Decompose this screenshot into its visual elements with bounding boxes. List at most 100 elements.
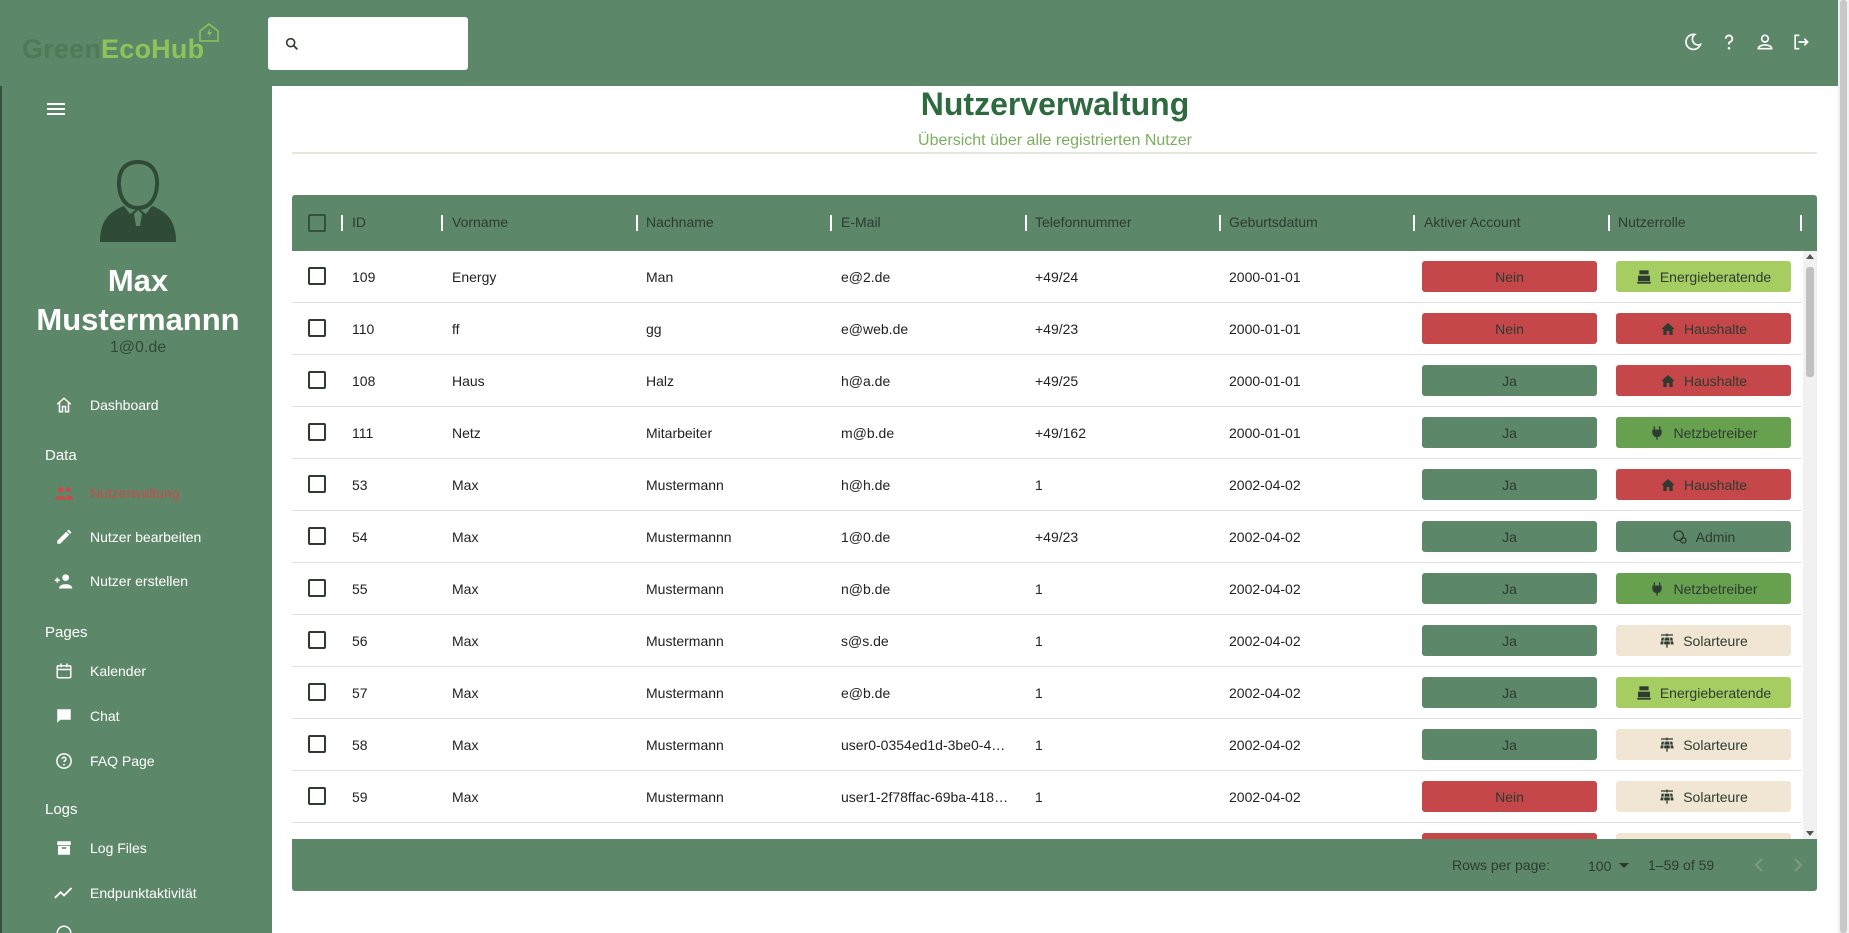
cell-id: 53 (352, 477, 368, 493)
table-row[interactable]: 111 Netz Mitarbeiter m@b.de +49/162 2000… (292, 407, 1802, 459)
rows-per-page-select[interactable]: 100 (1588, 855, 1630, 877)
sidebar-item-log-files[interactable]: Log Files (52, 836, 147, 860)
sidebar-item-faq[interactable]: FAQ Page (52, 749, 155, 773)
column-header-nachname[interactable]: Nachname (646, 214, 714, 230)
next-page-icon[interactable] (1793, 858, 1803, 872)
column-header-nutzerrolle[interactable]: Nutzerrolle (1618, 214, 1686, 230)
edit-icon (52, 525, 76, 549)
admin-gear-icon (1672, 529, 1688, 545)
sidebar-item-label: Nutzerwaltung (90, 485, 180, 501)
table-row[interactable]: 110 ff gg e@web.de +49/23 2000-01-01 Nei… (292, 303, 1802, 355)
select-all-checkbox[interactable] (308, 214, 326, 232)
column-separator[interactable] (1219, 215, 1221, 231)
row-checkbox[interactable] (308, 631, 326, 649)
sidebar-item-chat[interactable]: Chat (52, 704, 120, 728)
sidebar-item-endpunkt[interactable]: Endpunktaktivität (52, 881, 197, 905)
role-label: Haushalte (1683, 372, 1748, 389)
row-checkbox[interactable] (308, 527, 326, 545)
table-row[interactable]: 56 Max Mustermann s@s.de 1 2002-04-02 Ja… (292, 615, 1802, 667)
role-label: Haushalte (1683, 476, 1748, 493)
table-row[interactable]: 53 Max Mustermann h@h.de 1 2002-04-02 Ja… (292, 459, 1802, 511)
row-checkbox[interactable] (308, 735, 326, 753)
logo-text-eco: Eco (101, 34, 152, 64)
cell-telefon: 1 (1035, 737, 1043, 753)
row-checkbox[interactable] (308, 371, 326, 389)
column-header-id[interactable]: ID (352, 214, 366, 230)
plug-icon (1649, 425, 1665, 441)
status-badge: Ja (1422, 365, 1597, 396)
sidebar-item-nutzer-bearbeiten[interactable]: Nutzer bearbeiten (52, 525, 201, 549)
grid-scrollbar-thumb[interactable] (1806, 267, 1814, 377)
cell-telefon: +49/23 (1035, 321, 1079, 337)
table-row[interactable]: 59 Max Mustermann user1-2f78ffac-69ba-41… (292, 771, 1802, 823)
cell-telefon: +49/162 (1035, 425, 1086, 441)
column-header-telefonnummer[interactable]: Telefonnummer (1035, 214, 1132, 230)
column-separator[interactable] (1025, 215, 1027, 231)
row-checkbox[interactable] (308, 579, 326, 597)
cell-telefon: 1 (1035, 581, 1043, 597)
person-icon[interactable] (1755, 32, 1775, 57)
help-icon[interactable] (1719, 32, 1739, 57)
row-checkbox[interactable] (308, 787, 326, 805)
status-badge: Ja (1422, 729, 1597, 760)
sidebar-item-nutzer-erstellen[interactable]: Nutzer erstellen (52, 569, 188, 593)
column-separator[interactable] (636, 215, 638, 231)
column-separator[interactable] (1413, 215, 1415, 231)
status-badge: Ja (1422, 677, 1597, 708)
table-row[interactable]: 55 Max Mustermann n@b.de 1 2002-04-02 Ja… (292, 563, 1802, 615)
prev-page-icon[interactable] (1754, 858, 1764, 872)
role-label: Solarteure (1683, 736, 1748, 753)
sidebar-item-kalender[interactable]: Kalender (52, 659, 146, 683)
logout-icon[interactable] (1791, 32, 1811, 57)
sidebar-item-nutzerwaltung[interactable]: Nutzerwaltung (52, 481, 180, 505)
avatar (100, 159, 176, 242)
row-checkbox[interactable] (308, 475, 326, 493)
cell-vorname: Energy (452, 269, 497, 285)
column-header-email[interactable]: E-Mail (841, 214, 881, 230)
scroll-down-arrow-icon[interactable] (1806, 831, 1814, 837)
status-badge: Nein (1422, 261, 1597, 292)
page-scrollbar-thumb[interactable] (1840, 0, 1847, 933)
search-box[interactable] (268, 17, 468, 70)
table-row-partial[interactable] (292, 823, 1802, 839)
menu-icon[interactable] (47, 102, 65, 121)
moon-icon[interactable] (1683, 32, 1703, 57)
table-row[interactable]: 108 Haus Halz h@a.de +49/25 2000-01-01 J… (292, 355, 1802, 407)
row-checkbox[interactable] (308, 423, 326, 441)
cell-email: e@2.de (841, 269, 891, 285)
app-logo[interactable]: GreenEcoHub (22, 34, 204, 65)
cell-nachname: Man (646, 269, 674, 285)
row-checkbox[interactable] (308, 683, 326, 701)
cell-nachname: Mustermann (646, 477, 724, 493)
role-label: Energieberatende (1659, 684, 1772, 701)
plug-icon (1649, 581, 1665, 597)
row-checkbox[interactable] (308, 267, 326, 285)
column-separator[interactable] (830, 215, 832, 231)
table-row[interactable]: 109 Energy Man e@2.de +49/24 2000-01-01 … (292, 251, 1802, 303)
cell-id: 56 (352, 633, 368, 649)
column-separator[interactable] (341, 215, 343, 231)
column-separator[interactable] (1800, 215, 1802, 231)
row-checkbox[interactable] (308, 319, 326, 337)
column-separator[interactable] (441, 215, 443, 231)
column-header-aktiver-account[interactable]: Aktiver Account (1424, 214, 1521, 230)
column-header-vorname[interactable]: Vorname (452, 214, 508, 230)
role-badge: Solarteure (1616, 625, 1791, 656)
cell-vorname: Max (452, 477, 479, 493)
sidebar-item-label: Endpunktaktivität (90, 885, 197, 901)
role-badge: Netzbetreiber (1616, 573, 1791, 604)
table-row[interactable]: 58 Max Mustermann user0-0354ed1d-3be0-4…… (292, 719, 1802, 771)
column-header-geburtsdatum[interactable]: Geburtsdatum (1229, 214, 1318, 230)
table-row[interactable]: 57 Max Mustermann e@b.de 1 2002-04-02 Ja… (292, 667, 1802, 719)
cell-nachname: Mustermann (646, 633, 724, 649)
sidebar-item-dashboard[interactable]: Dashboard (52, 393, 159, 417)
cell-email: h@h.de (841, 477, 891, 493)
column-separator[interactable] (1608, 215, 1610, 231)
dropdown-arrow-icon (1619, 863, 1630, 868)
cell-telefon: +49/25 (1035, 373, 1079, 389)
search-input[interactable] (312, 29, 458, 58)
role-badge: Energieberatende (1616, 261, 1791, 292)
scroll-up-arrow-icon[interactable] (1806, 253, 1814, 259)
cash-register-icon (1636, 269, 1652, 285)
table-row[interactable]: 54 Max Mustermannn 1@0.de +49/23 2002-04… (292, 511, 1802, 563)
